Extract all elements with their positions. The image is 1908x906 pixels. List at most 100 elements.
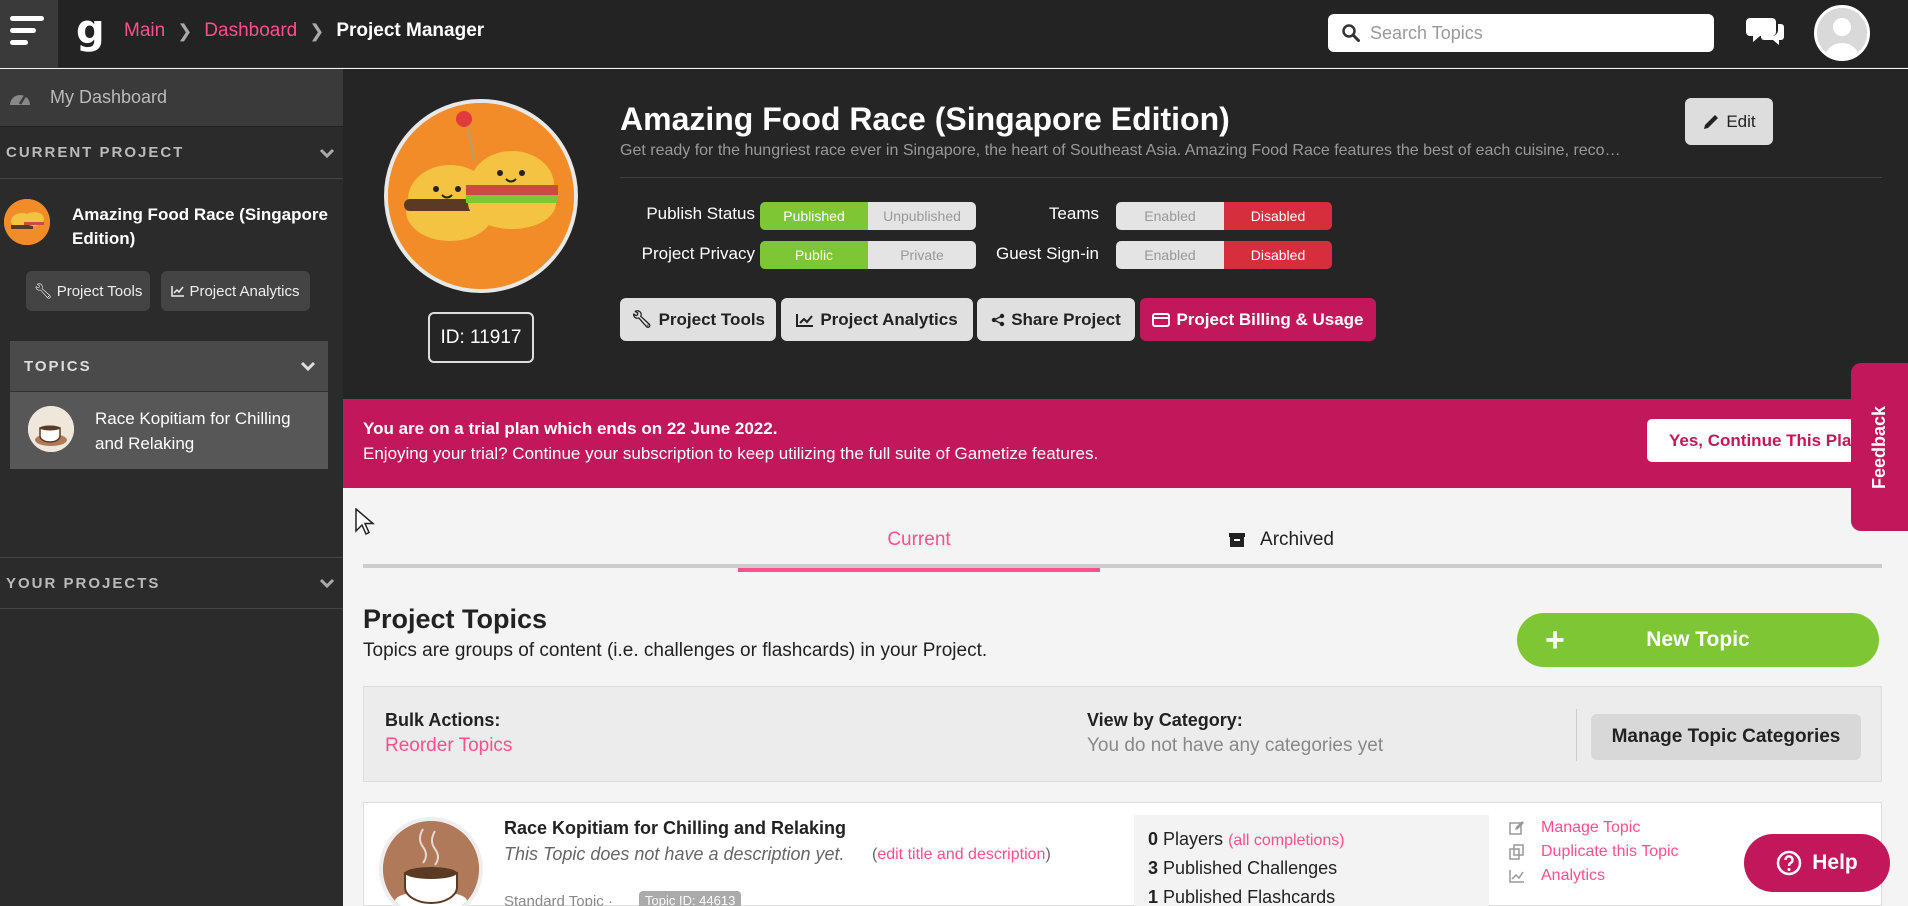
tab-current[interactable]: Current [738,512,1100,572]
topic-type: Standard Topic · [504,893,613,906]
topic-id-badge: Topic ID: 44613 [639,891,742,906]
help-button[interactable]: Help [1744,834,1890,892]
top-bar: g Main ❯ Dashboard ❯ Project Manager [0,0,1908,68]
project-title: Amazing Food Race (Singapore Edition) [620,101,1230,137]
topic-actions: Manage Topic Duplicate this Topic Analyt… [1509,816,1679,888]
divider [620,177,1882,178]
teams-label: Teams [1048,204,1099,223]
plus-icon: + [1545,621,1565,659]
sidebar-project-tools-button[interactable]: 🔧︎ Project Tools [26,271,150,311]
topics-section-toggle[interactable]: TOPICS [10,341,328,391]
teams-toggle: Enabled Disabled [1116,202,1332,230]
players-label: Players [1163,829,1224,849]
archive-icon [1229,533,1246,547]
chat-icon[interactable] [1746,14,1786,55]
published-option[interactable]: Published [760,202,868,230]
user-avatar[interactable] [1814,5,1870,61]
current-project-name: Amazing Food Race (Singapore Edition) [72,205,328,248]
topic-thumbnail [28,406,74,452]
challenges-stat: 3 Published Challenges [1148,858,1337,879]
menu-icon[interactable] [0,0,58,68]
share-project-button[interactable]: Share Project [977,298,1135,341]
project-analytics-button[interactable]: Project Analytics [781,298,973,341]
chevron-down-icon [300,361,316,371]
unpublished-option[interactable]: Unpublished [868,202,976,230]
project-topics-title: Project Topics [363,604,548,634]
chevron-down-icon [319,578,335,588]
guest-signin-toggle: Enabled Disabled [1116,241,1332,269]
flashcards-stat: 1 Published Flashcards [1148,887,1335,906]
all-completions-link[interactable]: all completions [1233,832,1339,849]
flashcards-label: Published Flashcards [1163,887,1336,906]
flashcards-count: 1 [1148,887,1159,906]
current-project[interactable]: Amazing Food Race (Singapore Edition) [0,179,343,259]
copy-icon [1509,844,1524,860]
chevron-right-icon: ❯ [177,20,193,41]
section-heading: TOPICS [24,357,92,375]
topic-title[interactable]: Race Kopitiam for Chilling and Relaking [504,818,846,839]
question-circle-icon [1776,850,1802,876]
project-header: ID: 11917 Amazing Food Race (Singapore E… [343,69,1908,399]
teams-enabled-option[interactable]: Enabled [1116,202,1224,230]
sidebar-item-label: My Dashboard [50,87,168,107]
edit-title-description-link[interactable]: edit title and description [877,846,1045,863]
new-topic-button[interactable]: + New Topic [1517,613,1879,667]
button-label: Project Analytics [189,282,300,300]
no-categories-text: You do not have any categories yet [1087,735,1384,756]
continue-plan-button[interactable]: Yes, Continue This Plan [1647,419,1877,462]
guest-enabled-option[interactable]: Enabled [1116,241,1224,269]
share-icon [991,313,1005,326]
current-project-section-toggle[interactable]: CURRENT PROJECT [0,127,343,179]
project-id-badge: ID: 11917 [428,312,534,363]
breadcrumb-dashboard[interactable]: Dashboard [204,20,297,42]
gametize-logo[interactable]: g [76,10,106,56]
sidebar-topics: TOPICS Race Kopitiam for Chilling and Re… [10,341,328,469]
teams-disabled-option[interactable]: Disabled [1224,202,1332,230]
sidebar-item-my-dashboard[interactable]: My Dashboard [0,69,343,127]
button-label: Project Billing & Usage [1176,309,1364,329]
topic-stats: 0 Players (all completions) 3 Published … [1134,815,1489,906]
project-billing-button[interactable]: Project Billing & Usage [1140,298,1376,341]
manage-topic-link[interactable]: Manage Topic [1509,816,1679,840]
tab-archived[interactable]: Archived [1100,512,1462,568]
trial-end-notice: You are on a trial plan which ends on 22… [363,419,778,438]
breadcrumb: Main ❯ Dashboard ❯ Project Manager [124,20,484,42]
guest-signin-label: Guest Sign-in [996,244,1099,263]
topic-thumbnail [379,817,483,906]
challenges-label: Published Challenges [1163,858,1338,878]
pencil-icon [1704,114,1719,129]
tab-label: Archived [1260,529,1334,550]
publish-status-label: Publish Status [646,204,755,223]
divider [1576,709,1577,761]
topic-description: This Topic does not have a description y… [504,844,845,864]
wrench-icon: 🔧︎ [630,309,653,329]
line-chart-icon [1509,870,1524,883]
trial-message: Enjoying your trial? Continue your subsc… [363,444,1099,463]
guest-disabled-option[interactable]: Disabled [1224,241,1332,269]
bulk-actions-label: Bulk Actions: [385,710,501,730]
publish-status-toggle: Published Unpublished [760,202,976,230]
your-projects-section-toggle[interactable]: YOUR PROJECTS [0,557,343,609]
players-stat: 0 Players (all completions) [1148,829,1345,849]
feedback-tab[interactable]: Feedback [1851,363,1908,531]
duplicate-topic-link[interactable]: Duplicate this Topic [1509,840,1679,864]
manage-topic-categories-button[interactable]: Manage Topic Categories [1591,714,1861,760]
edit-project-button[interactable]: Edit [1685,98,1773,145]
help-label: Help [1812,851,1858,874]
project-tools-button[interactable]: 🔧︎ Project Tools [620,298,776,341]
credit-card-icon [1152,312,1171,327]
reorder-topics-link[interactable]: Reorder Topics [385,735,512,757]
feedback-label: Feedback [1869,405,1890,489]
button-label: Project Tools [56,282,143,300]
trial-banner: You are on a trial plan which ends on 22… [343,399,1908,488]
sidebar-topic-item[interactable]: Race Kopitiam for Chilling and Relaking [10,391,328,469]
public-option[interactable]: Public [760,241,868,269]
topic-analytics-link[interactable]: Analytics [1509,864,1679,888]
breadcrumb-main[interactable]: Main [124,20,165,42]
wrench-icon: 🔧︎ [33,283,53,300]
sidebar-topic-label: Race Kopitiam for Chilling and Relaking [95,409,291,453]
challenges-count: 3 [1148,858,1159,878]
line-chart-icon [796,313,814,327]
search-input[interactable] [1370,20,1700,46]
sidebar-project-analytics-button[interactable]: Project Analytics [161,271,310,311]
